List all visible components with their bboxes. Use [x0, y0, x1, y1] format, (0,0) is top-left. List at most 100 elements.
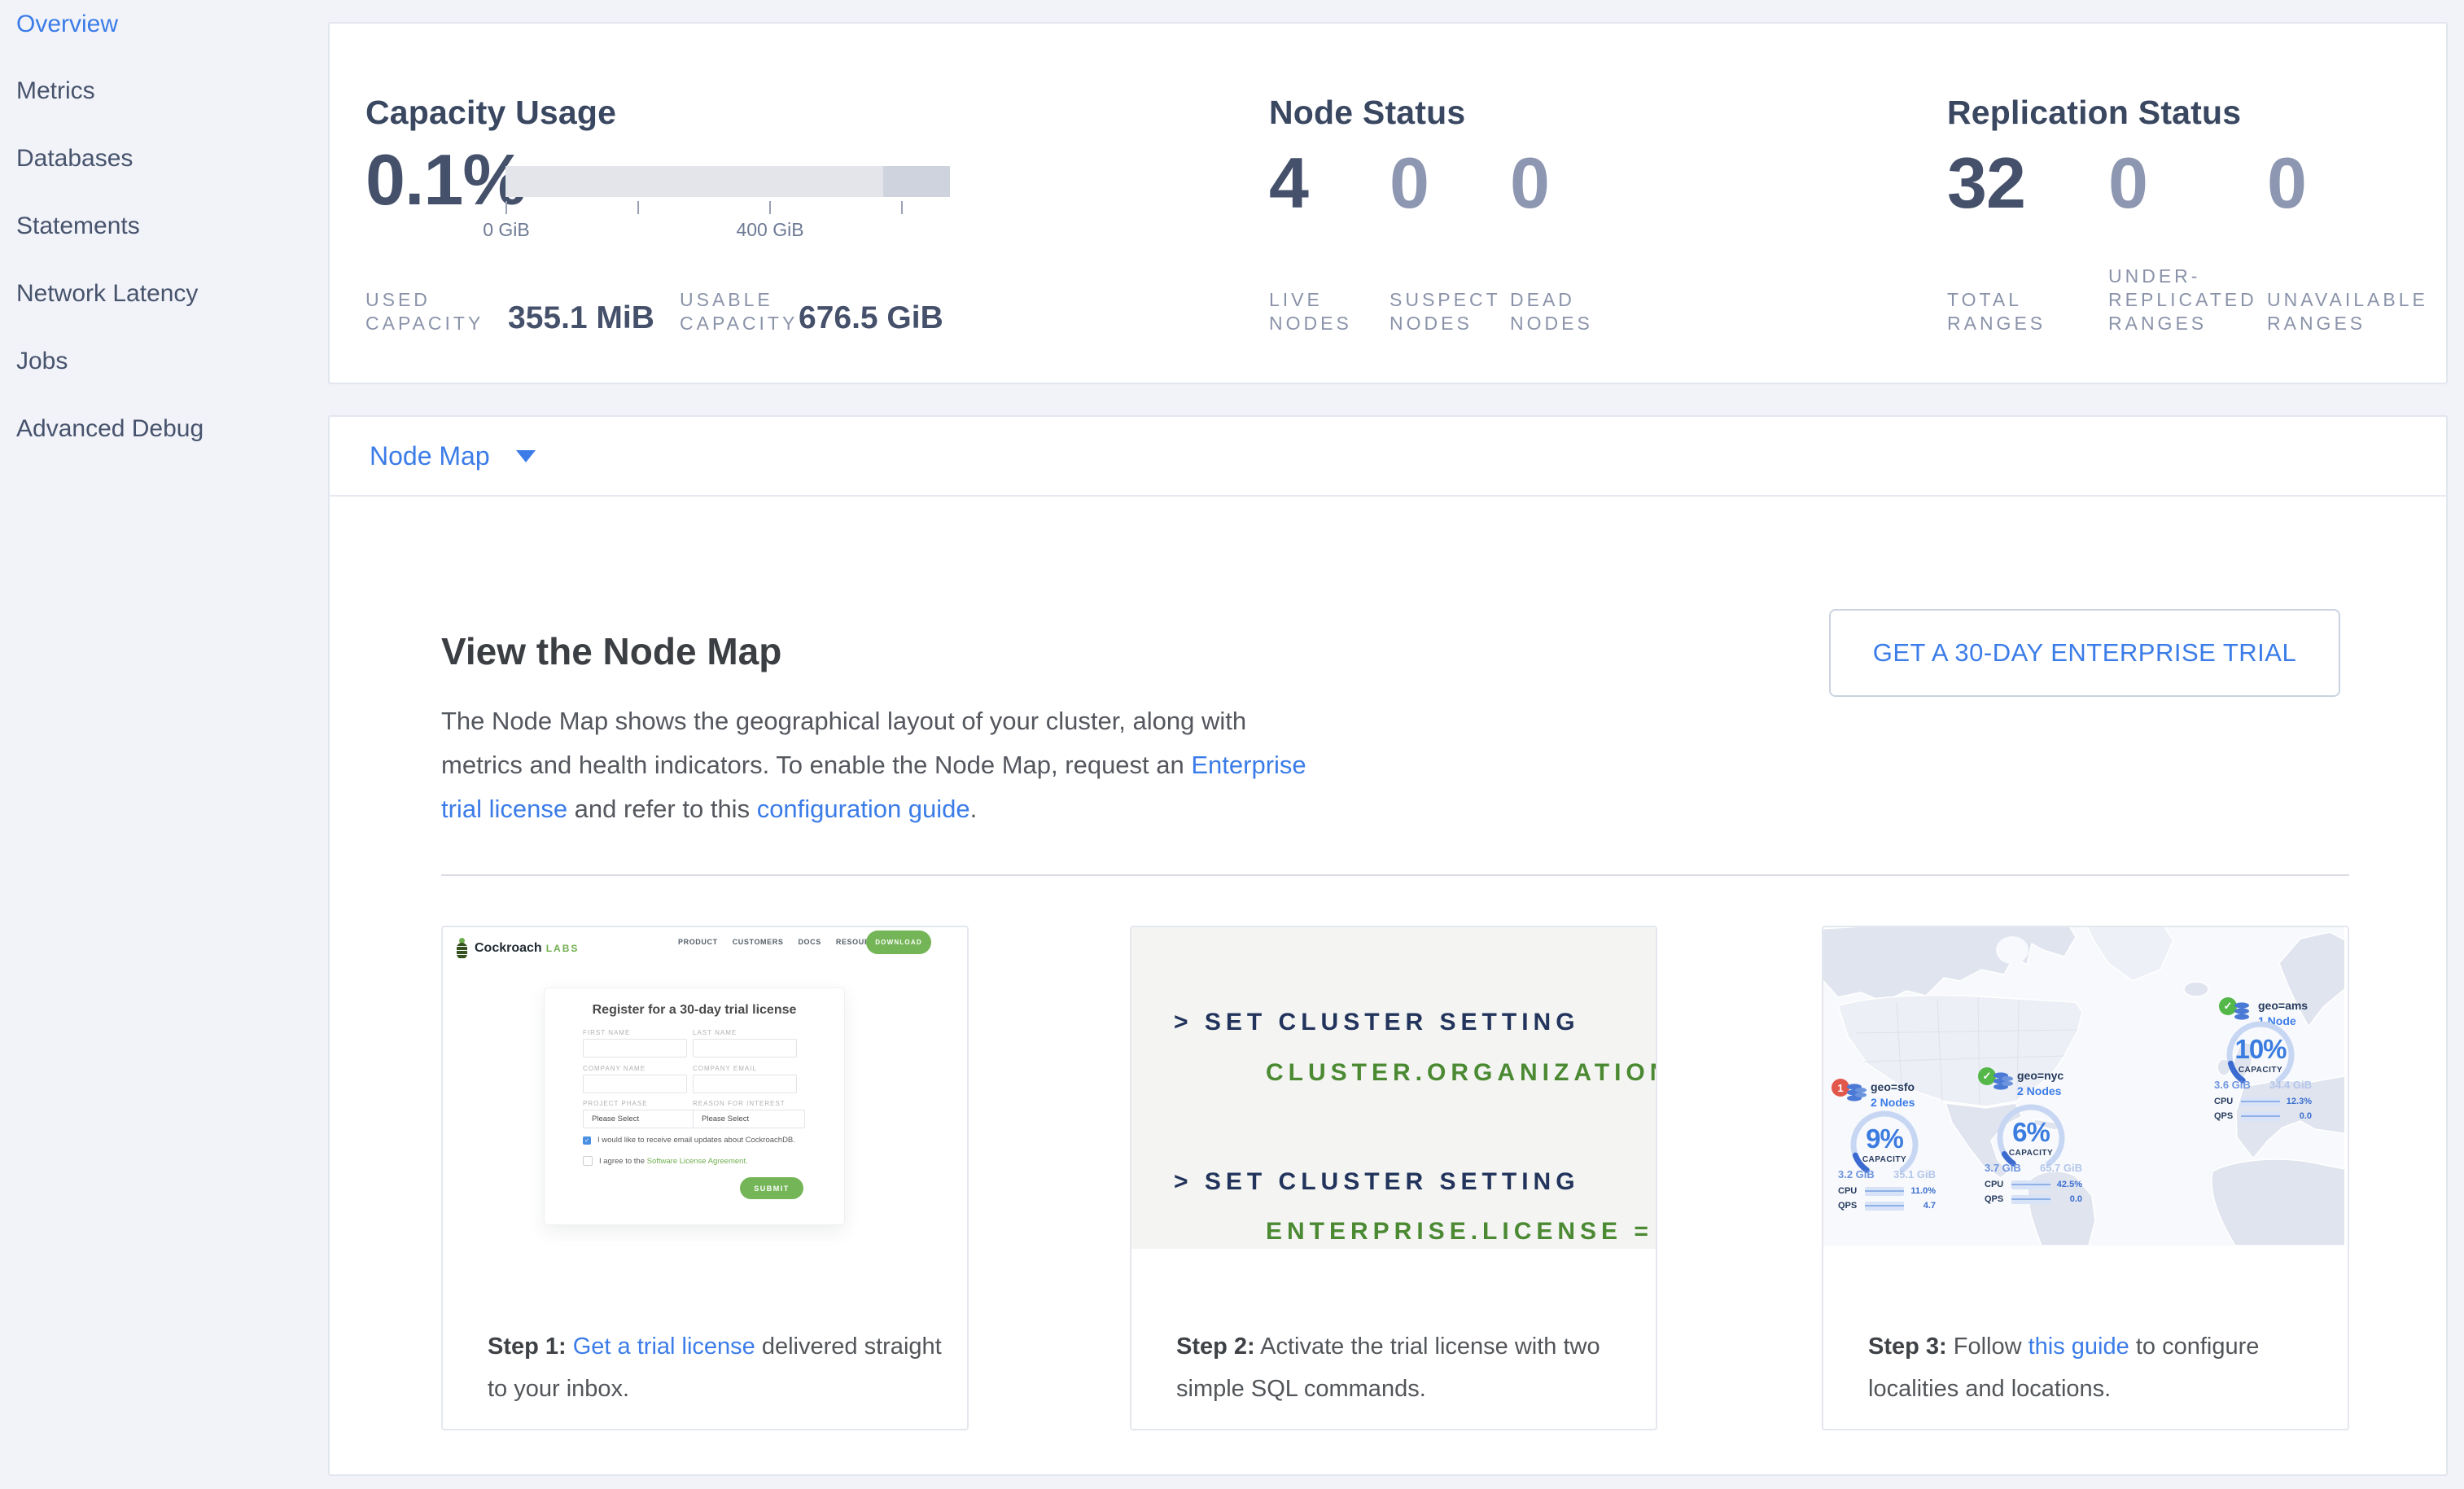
step3-label: Step 3:: [1868, 1334, 1947, 1360]
software-license-agreement-link[interactable]: Software License Agreement.: [647, 1157, 748, 1166]
capacity-label: CAPACITY: [1849, 1155, 1919, 1164]
project-phase-label: PROJECT PHASE: [583, 1100, 648, 1107]
license-agreement-checkbox[interactable]: [583, 1156, 593, 1166]
reason-for-interest-select[interactable]: Please Select: [693, 1110, 805, 1128]
first-name-input[interactable]: [583, 1039, 687, 1058]
nodes-stack-icon: [1846, 1084, 1867, 1103]
company-email-input[interactable]: [693, 1075, 797, 1093]
node-map-preview: 1 geo=sfo 2 Nodes 9% CAPACITY 3.2 GiB: [1823, 927, 2344, 1246]
qps-label: QPS: [1838, 1201, 1857, 1211]
used-gib: 3.2 GiB: [1838, 1168, 1875, 1180]
sidebar-item-jobs[interactable]: Jobs: [16, 337, 68, 386]
total-gib: 35.1 GiB: [1893, 1168, 1936, 1180]
email-updates-checkbox-label: I would like to receive email updates ab…: [597, 1136, 795, 1145]
total-ranges-value: 32: [1947, 147, 2025, 219]
email-updates-checkbox[interactable]: ✓: [583, 1136, 591, 1145]
sidebar-item-metrics[interactable]: Metrics: [16, 67, 95, 116]
cpu-value: 11.0%: [1910, 1186, 1936, 1196]
last-name-input[interactable]: [693, 1039, 797, 1058]
total-ranges-label: TOTAL RANGES: [1947, 288, 2061, 335]
get-trial-license-link[interactable]: Get a trial license: [573, 1334, 755, 1360]
capacity-percent: 6%: [1996, 1117, 2066, 1148]
qps-label: QPS: [1985, 1194, 2003, 1204]
locality-name: geo=nyc: [2017, 1069, 2064, 1082]
step3-card: 1 geo=sfo 2 Nodes 9% CAPACITY 3.2 GiB: [1822, 926, 2349, 1430]
suspect-nodes-label: SUSPECT NODES: [1390, 288, 1499, 335]
node-map-panel: Node Map View the Node Map The Node Map …: [328, 415, 2448, 1476]
enterprise-trial-license-link[interactable]: trial license: [441, 795, 567, 823]
capacity-bar-other-segment: [883, 166, 950, 197]
step2-card: > SET CLUSTER SETTING CLUSTER.ORGANIZATI…: [1130, 926, 1657, 1430]
qps-sparkline: [2241, 1112, 2280, 1121]
cpu-value: 42.5%: [2057, 1180, 2082, 1189]
cockroach-logo-icon: [456, 938, 468, 959]
step1-caption-text: delivered straight: [755, 1334, 942, 1360]
sidebar-item-network-latency[interactable]: Network Latency: [16, 269, 198, 318]
submit-button[interactable]: SUBMIT: [740, 1177, 803, 1199]
sidebar-item-overview[interactable]: Overview: [16, 0, 118, 49]
capacity-tick: [769, 201, 771, 214]
sql-prompt-1: > SET CLUSTER SETTING: [1174, 1009, 1580, 1036]
node-map-view-selector[interactable]: Node Map: [330, 417, 2446, 497]
step3-caption-text: Follow: [1947, 1334, 2029, 1360]
suspect-nodes-value: 0: [1390, 147, 1429, 219]
step3-caption: Step 3: Follow this guide to configure l…: [1868, 1325, 2324, 1410]
used-capacity-value: 355.1 MiB: [508, 300, 654, 336]
step2-caption-text: Activate the trial license with two: [1255, 1334, 1600, 1360]
capacity-tick: [505, 201, 507, 214]
this-guide-link[interactable]: this guide: [2029, 1334, 2129, 1360]
trial-license-form: Register for a 30-day trial license FIRS…: [544, 988, 845, 1225]
project-phase-select[interactable]: Please Select: [583, 1110, 695, 1128]
company-email-label: COMPANY EMAIL: [693, 1065, 757, 1072]
usable-capacity-value: 676.5 GiB: [799, 300, 943, 336]
capacity-usage-section: Capacity Usage 0.1% 0 GiB 400 GiB USED C…: [365, 24, 1000, 383]
cpu-value: 12.3%: [2287, 1097, 2312, 1106]
nodes-stack-icon: [2234, 1002, 2255, 1022]
step3-caption-text: localities and locations.: [1868, 1376, 2111, 1402]
section-divider: [441, 874, 2349, 876]
locality-nodes: 2 Nodes: [2017, 1084, 2061, 1097]
nav-product[interactable]: PRODUCT: [678, 938, 718, 946]
sidebar-item-advanced-debug[interactable]: Advanced Debug: [16, 405, 204, 453]
capacity-tick: [901, 201, 903, 214]
nodes-stack-icon: [1993, 1072, 2014, 1092]
description-text: .: [970, 795, 978, 823]
cpu-meter: CPU 12.3%: [2214, 1097, 2312, 1108]
cpu-label: CPU: [2214, 1097, 2233, 1106]
cluster-summary-panel: Capacity Usage 0.1% 0 GiB 400 GiB USED C…: [328, 22, 2448, 384]
cpu-meter: CPU 11.0%: [1838, 1186, 1936, 1198]
step2-caption: Step 2: Activate the trial license with …: [1176, 1325, 1632, 1410]
qps-value: 0.0: [2300, 1111, 2312, 1121]
last-name-label: LAST NAME: [693, 1029, 737, 1036]
sidebar: Overview Metrics Databases Statements Ne…: [0, 0, 328, 1489]
step2-label: Step 2:: [1176, 1334, 1255, 1360]
capacity-label: CAPACITY: [2225, 1066, 2296, 1075]
dead-nodes-value: 0: [1510, 147, 1549, 219]
under-replicated-ranges-value: 0: [2108, 147, 2147, 219]
live-nodes-label: LIVE NODES: [1269, 288, 1359, 335]
license-agreement-checkbox-row: I agree to the Software License Agreemen…: [583, 1156, 819, 1166]
nav-docs[interactable]: DOCS: [798, 938, 821, 946]
capacity-values: 3.6 GiB 34.4 GiB: [2214, 1079, 2312, 1091]
capacity-values: 3.7 GiB 65.7 GiB: [1985, 1162, 2082, 1174]
get-enterprise-trial-button[interactable]: GET A 30-DAY ENTERPRISE TRIAL: [1829, 609, 2340, 697]
nav-customers[interactable]: CUSTOMERS: [733, 938, 784, 946]
unavailable-ranges-value: 0: [2267, 147, 2306, 219]
description-text: The Node Map shows the geographical layo…: [441, 707, 1246, 735]
configuration-guide-link[interactable]: configuration guide: [757, 795, 970, 823]
dead-nodes-label: DEAD NODES: [1510, 288, 1600, 335]
enterprise-trial-license-link[interactable]: Enterprise: [1191, 751, 1306, 779]
total-gib: 34.4 GiB: [2269, 1079, 2312, 1091]
company-name-input[interactable]: [583, 1075, 687, 1093]
used-capacity-label: USED CAPACITY: [365, 288, 475, 335]
node-map-description: The Node Map shows the geographical layo…: [441, 699, 1306, 831]
sidebar-item-databases[interactable]: Databases: [16, 134, 133, 183]
locality-name: geo=ams: [2258, 999, 2308, 1012]
cpu-label: CPU: [1985, 1180, 2003, 1189]
replication-status-section: Replication Status 32 0 0 TOTAL RANGES U…: [1947, 24, 2436, 383]
used-gib: 3.7 GiB: [1985, 1162, 2021, 1174]
sidebar-item-statements[interactable]: Statements: [16, 202, 140, 251]
capacity-percent: 10%: [2225, 1034, 2296, 1065]
download-button[interactable]: DOWNLOAD: [866, 931, 931, 954]
cpu-sparkline: [2011, 1180, 2050, 1189]
